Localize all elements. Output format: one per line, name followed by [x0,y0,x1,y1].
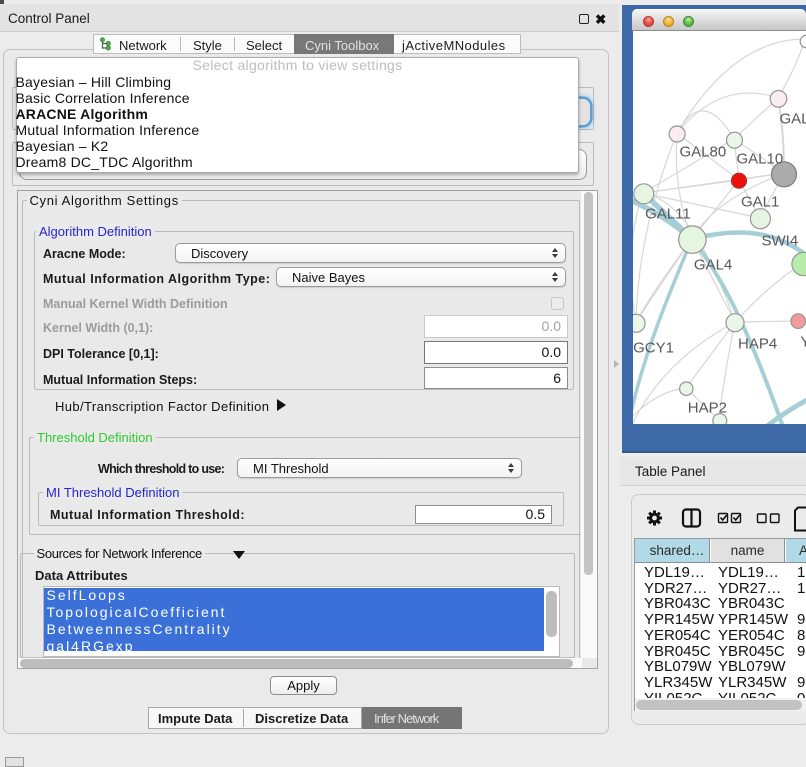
svg-text:GAL80: GAL80 [679,144,726,161]
svg-text:HAP4: HAP4 [738,336,777,353]
svg-text:GAL1: GAL1 [741,194,779,211]
svg-text:Y: Y [800,334,806,351]
svg-text:GCY1: GCY1 [633,340,674,357]
svg-text:GAL10: GAL10 [736,151,783,168]
svg-text:GAL4: GAL4 [693,257,731,274]
svg-text:HAP2: HAP2 [687,400,726,417]
svg-text:GAL: GAL [779,111,806,128]
svg-text:GAL11: GAL11 [645,206,691,223]
svg-text:SWI4: SWI4 [761,233,798,250]
